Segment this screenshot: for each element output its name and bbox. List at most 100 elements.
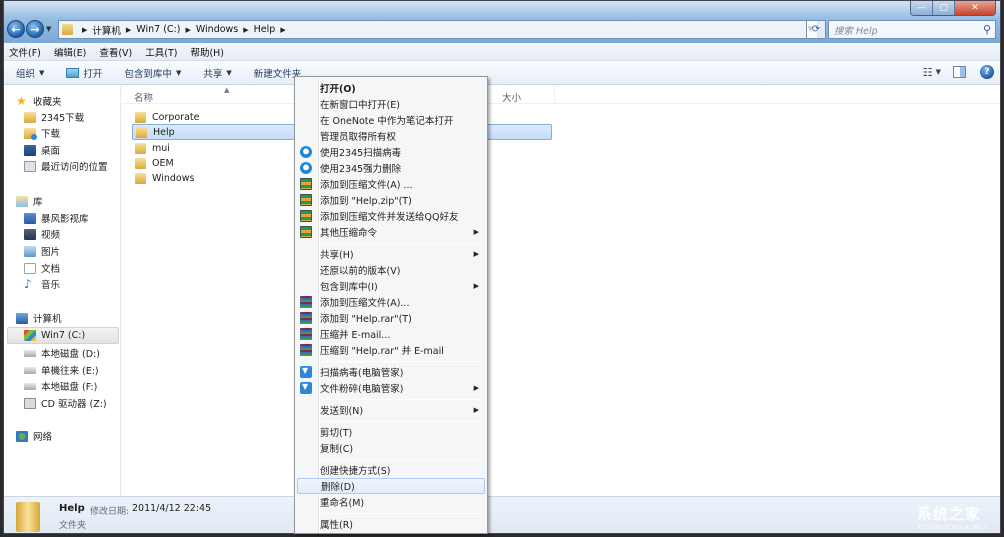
sidebar-item-2345-download[interactable]: 2345下载	[24, 109, 84, 125]
menu-item-other-compress[interactable]: 其他压缩命令 ▶	[297, 224, 485, 240]
menu-item-2345-scan[interactable]: 使用2345扫描病毒	[297, 144, 485, 160]
zip-archive-icon	[300, 178, 312, 190]
address-bar[interactable]: ▶ 计算机 ▶ Win7 (C:) ▶ Windows ▶ Help ▶ ▼	[58, 20, 818, 39]
menu-item-restore-versions[interactable]: 还原以前的版本(V)	[297, 262, 485, 278]
breadcrumb-computer[interactable]: 计算机	[92, 23, 121, 37]
breadcrumb-separator-icon[interactable]: ▶	[126, 26, 131, 34]
menu-item-label: 其他压缩命令	[320, 228, 378, 239]
column-headers: 名称 ▲ 大小	[122, 86, 1000, 104]
sidebar-label: 收藏夹	[33, 97, 62, 108]
recent-pages-dropdown[interactable]: ▼	[46, 25, 51, 33]
menu-file[interactable]: 文件(F)	[9, 45, 41, 59]
close-button[interactable]: ✕	[955, 1, 995, 15]
menu-item-2345-force-delete[interactable]: 使用2345强力删除	[297, 160, 485, 176]
sidebar-item-drive-d[interactable]: 本地磁盘 (D:)	[24, 345, 100, 361]
menu-item-take-ownership[interactable]: 管理员取得所有权	[297, 128, 485, 144]
menu-item-tencent-shred[interactable]: 文件粉碎(电脑管家) ▶	[297, 380, 485, 396]
sidebar-item-drive-z[interactable]: CD 驱动器 (Z:)	[24, 395, 107, 411]
folder-icon	[136, 126, 147, 138]
open-button[interactable]: 打开	[66, 66, 102, 80]
sidebar-network[interactable]: 网络	[16, 428, 52, 444]
menu-item-copy[interactable]: 复制(C)	[297, 440, 485, 456]
search-input[interactable]: 搜索 Help ⚲	[828, 20, 996, 39]
sidebar-label: CD 驱动器 (Z:)	[41, 399, 107, 410]
breadcrumb-help[interactable]: Help	[254, 24, 276, 35]
sidebar-item-drive-e[interactable]: 单機往来 (E:)	[24, 362, 99, 378]
sidebar-item-music[interactable]: ♪ 音乐	[24, 276, 60, 292]
menu-item-add-to-help-zip[interactable]: 添加到 "Help.zip"(T)	[297, 192, 485, 208]
menu-item-add-to-archive-zip[interactable]: 添加到压缩文件(A) ...	[297, 176, 485, 192]
winrar-icon	[300, 328, 312, 340]
share-button[interactable]: 共享 ▼	[203, 66, 231, 80]
sort-ascending-icon: ▲	[224, 86, 230, 94]
menu-item-label: 压缩并 E-mail...	[320, 330, 391, 341]
menu-tools[interactable]: 工具(T)	[145, 45, 177, 59]
menu-item-create-shortcut[interactable]: 创建快捷方式(S)	[297, 462, 485, 478]
sidebar-computer[interactable]: 计算机	[16, 310, 62, 326]
sidebar-favorites[interactable]: ★ 收藏夹	[16, 93, 62, 109]
menu-item-open[interactable]: 打开(O)	[297, 80, 485, 96]
watermark-logo: 系统之家 XITONGZHIJIA.NET	[917, 503, 988, 531]
menu-item-zip-send-qq[interactable]: 添加到压缩文件并发送给QQ好友	[297, 208, 485, 224]
organize-button[interactable]: 组织 ▼	[16, 66, 44, 80]
breadcrumb-win7-c[interactable]: Win7 (C:)	[136, 24, 180, 35]
submenu-arrow-icon: ▶	[473, 384, 479, 392]
menu-item-tencent-scan[interactable]: 扫描病毒(电脑管家)	[297, 364, 485, 380]
sidebar-item-recent-places[interactable]: 最近访问的位置	[24, 158, 108, 174]
search-icon[interactable]: ⚲	[983, 23, 991, 36]
menu-item-open-onenote[interactable]: 在 OneNote 中作为笔记本打开	[297, 112, 485, 128]
column-header-name[interactable]: 名称	[134, 90, 153, 104]
column-header-size[interactable]: 大小	[502, 90, 521, 104]
minimize-button[interactable]: —	[911, 1, 933, 15]
maximize-button[interactable]: ▢	[933, 1, 955, 15]
menu-item-rar-help-email[interactable]: 压缩到 "Help.rar" 并 E-mail	[297, 342, 485, 358]
breadcrumb-windows[interactable]: Windows	[196, 24, 238, 35]
menu-item-delete[interactable]: 删除(D)	[297, 478, 485, 494]
menu-edit[interactable]: 编辑(E)	[54, 45, 86, 59]
breadcrumb-separator-icon[interactable]: ▶	[243, 26, 248, 34]
sidebar-item-baofeng-library[interactable]: 暴风影视库	[24, 210, 89, 226]
winrar-icon	[300, 312, 312, 324]
sidebar-item-downloads[interactable]: 下载	[24, 125, 60, 141]
menu-item-cut[interactable]: 剪切(T)	[297, 424, 485, 440]
menu-separator	[322, 399, 482, 400]
sidebar-item-drive-c[interactable]: Win7 (C:)	[24, 327, 85, 343]
menu-help[interactable]: 帮助(H)	[190, 45, 224, 59]
breadcrumb-separator-icon[interactable]: ▶	[185, 26, 190, 34]
menu-item-send-to[interactable]: 发送到(N) ▶	[297, 402, 485, 418]
sidebar-item-drive-f[interactable]: 本地磁盘 (F:)	[24, 378, 97, 394]
menu-item-open-new-window[interactable]: 在新窗口中打开(E)	[297, 96, 485, 112]
sidebar-item-pictures[interactable]: 图片	[24, 243, 60, 259]
menu-item-rar-add-help[interactable]: 添加到 "Help.rar"(T)	[297, 310, 485, 326]
preview-pane-icon[interactable]	[953, 66, 966, 78]
breadcrumb-separator-icon[interactable]: ▶	[280, 26, 285, 34]
include-in-library-button[interactable]: 包含到库中 ▼	[124, 66, 181, 80]
breadcrumb-separator-icon[interactable]: ▶	[82, 26, 87, 34]
sidebar-libraries[interactable]: 库	[16, 193, 43, 209]
column-divider[interactable]	[554, 86, 555, 104]
menu-item-rar-add-archive[interactable]: 添加到压缩文件(A)...	[297, 294, 485, 310]
sidebar-item-desktop[interactable]: 桌面	[24, 142, 60, 158]
organize-label: 组织	[16, 68, 36, 80]
back-button[interactable]: ←	[7, 20, 25, 38]
chevron-down-icon: ▼	[39, 68, 45, 77]
menu-view[interactable]: 查看(V)	[99, 45, 132, 59]
menu-item-share[interactable]: 共享(H) ▶	[297, 246, 485, 262]
sidebar-label: 暴风影视库	[41, 214, 89, 225]
menu-item-rename[interactable]: 重命名(M)	[297, 494, 485, 510]
tencent-guard-icon	[300, 382, 312, 394]
menu-item-label: 文件粉碎(电脑管家)	[320, 384, 404, 395]
forward-button[interactable]: →	[26, 20, 44, 38]
sidebar-item-documents[interactable]: 文档	[24, 260, 60, 276]
folder-icon	[135, 142, 146, 154]
view-options-icon[interactable]: ☷	[923, 66, 933, 79]
menu-item-include-library[interactable]: 包含到库中(I) ▶	[297, 278, 485, 294]
menu-item-label: 发送到(N)	[320, 406, 364, 417]
chevron-down-icon[interactable]: ▼	[936, 68, 941, 76]
help-icon[interactable]: ?	[980, 65, 994, 79]
sidebar-item-videos[interactable]: 视频	[24, 226, 60, 242]
refresh-button[interactable]: ⟳	[806, 20, 826, 39]
menu-item-rar-email[interactable]: 压缩并 E-mail...	[297, 326, 485, 342]
menu-item-properties[interactable]: 属性(R)	[297, 516, 485, 532]
hard-drive-icon	[24, 366, 36, 374]
